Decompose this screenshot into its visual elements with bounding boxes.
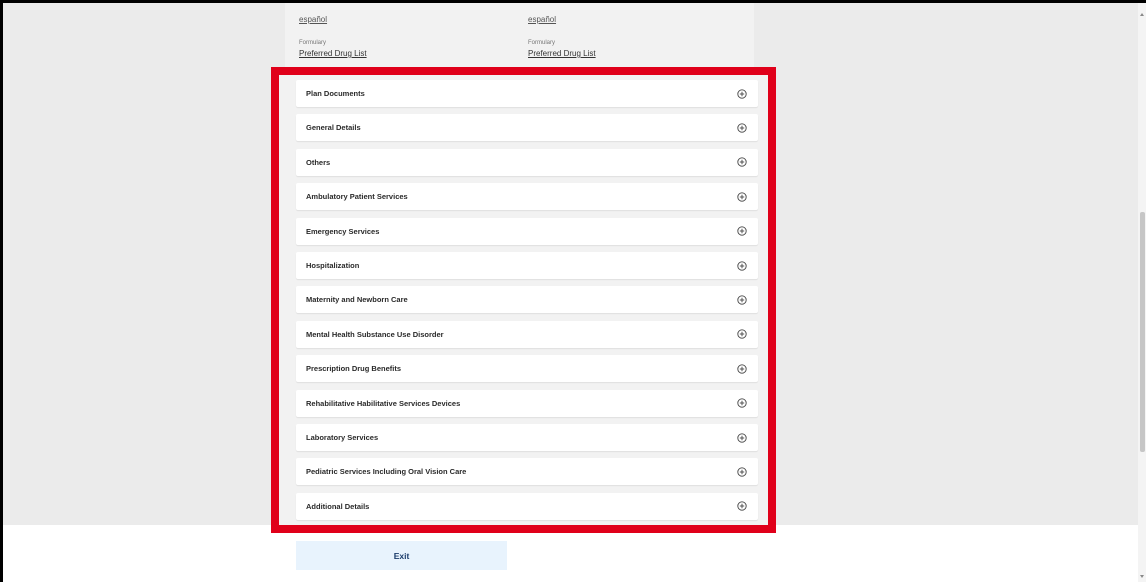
accordion-label: Plan Documents <box>306 89 365 98</box>
accordion-label: Additional Details <box>306 501 370 511</box>
accordion-item-rehabilitative-services[interactable]: Rehabilitative Habilitative Services Dev… <box>296 389 758 417</box>
plus-circle-icon[interactable] <box>737 295 747 305</box>
accordion-label: Laboratory Services <box>306 433 379 442</box>
accordion-label: Hospitalization <box>306 261 360 270</box>
accordion-label: Rehabilitative Habilitative Services Dev… <box>306 398 461 408</box>
exit-button[interactable]: Exit <box>296 541 507 570</box>
accordion-item-pediatric-services[interactable]: Pediatric Services Including Oral Vision… <box>296 458 758 486</box>
accordion-label: Emergency Services <box>306 226 380 236</box>
accordion-item-additional-details[interactable]: Additional Details <box>296 492 758 520</box>
accordion-label: General Details <box>306 123 361 133</box>
plan-2-language-link[interactable]: español <box>528 15 556 24</box>
plus-circle-icon[interactable] <box>737 123 747 133</box>
accordion-label: Prescription Drug Benefits <box>306 364 402 374</box>
accordion-item-ambulatory-patient-services[interactable]: Ambulatory Patient Services <box>296 183 758 211</box>
plan-2-formulary-link[interactable]: Preferred Drug List <box>528 49 596 58</box>
plus-circle-icon[interactable] <box>737 364 747 374</box>
accordion-label: Mental Health Substance Use Disorder <box>306 329 444 339</box>
plus-circle-icon[interactable] <box>737 501 747 511</box>
accordion-item-emergency-services[interactable]: Emergency Services <box>296 217 758 245</box>
accordion-item-hospitalization[interactable]: Hospitalization <box>296 252 758 279</box>
accordion-item-plan-documents[interactable]: Plan Documents <box>296 80 758 107</box>
accordion-item-laboratory-services[interactable]: Laboratory Services <box>296 424 758 451</box>
accordion-label: Others <box>306 157 331 167</box>
accordion-label: Maternity and Newborn Care <box>306 295 408 305</box>
plan-1-formulary-label: Formulary <box>299 40 327 46</box>
accordion-label: Ambulatory Patient Services <box>306 192 408 202</box>
plus-circle-icon[interactable] <box>737 467 747 477</box>
plus-circle-icon[interactable] <box>737 432 747 443</box>
plan-1-formulary-link[interactable]: Preferred Drug List <box>299 49 367 58</box>
accordion-item-others[interactable]: Others <box>296 148 758 176</box>
accordion-item-general-details[interactable]: General Details <box>296 114 758 142</box>
plus-circle-icon[interactable] <box>737 329 747 339</box>
accordion-label: Pediatric Services Including Oral Vision… <box>306 467 467 477</box>
scroll-up-arrow-icon[interactable] <box>1140 13 1144 16</box>
plus-circle-icon[interactable] <box>737 88 747 99</box>
plus-circle-icon[interactable] <box>737 157 747 167</box>
accordion-item-maternity-newborn-care[interactable]: Maternity and Newborn Care <box>296 286 758 314</box>
plus-circle-icon[interactable] <box>737 260 747 271</box>
plan-1-language-link[interactable]: español <box>299 15 327 24</box>
accordion-item-prescription-drug-benefits[interactable]: Prescription Drug Benefits <box>296 355 758 383</box>
plus-circle-icon[interactable] <box>737 398 747 408</box>
browser-frame: español Formulary Preferred Drug List es… <box>0 0 1146 582</box>
scrollbar-thumb[interactable] <box>1140 212 1145 452</box>
plus-circle-icon[interactable] <box>737 192 747 202</box>
scroll-down-arrow-icon[interactable] <box>1140 575 1144 578</box>
plus-circle-icon[interactable] <box>737 226 747 236</box>
plan-2-formulary-label: Formulary <box>528 40 556 46</box>
accordion-item-mental-health[interactable]: Mental Health Substance Use Disorder <box>296 320 758 348</box>
